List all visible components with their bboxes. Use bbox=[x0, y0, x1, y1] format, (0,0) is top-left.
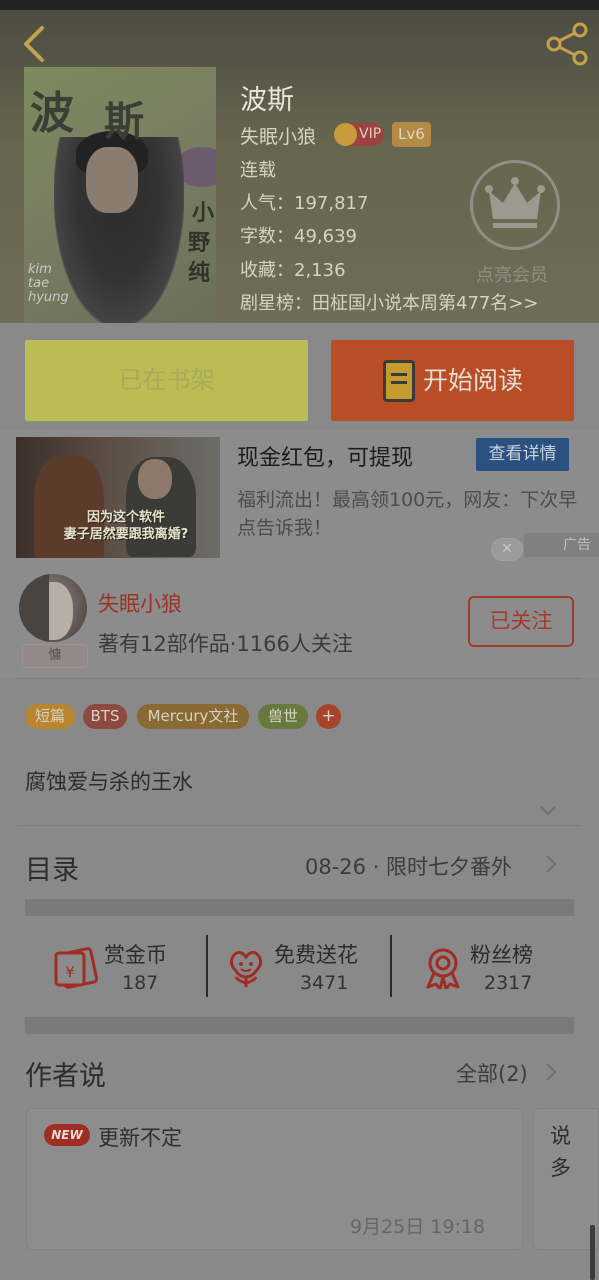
chevron-right-icon[interactable] bbox=[544, 853, 558, 875]
ad-detail-button[interactable]: 查看详情 bbox=[476, 438, 569, 471]
section-gap bbox=[25, 1017, 574, 1034]
book-icon bbox=[383, 360, 415, 402]
fan-ranking-button[interactable]: 粉丝榜 2317 bbox=[424, 935, 564, 997]
tag-chip[interactable]: 兽世 bbox=[258, 704, 308, 729]
new-badge: NEW bbox=[44, 1124, 90, 1146]
back-arrow-icon[interactable] bbox=[14, 22, 54, 62]
status-bar bbox=[0, 0, 599, 10]
followed-button[interactable]: 已关注 bbox=[468, 596, 574, 647]
ad-face bbox=[138, 459, 172, 499]
scrollbar[interactable] bbox=[590, 1225, 595, 1280]
vip-label: VIP bbox=[359, 126, 382, 142]
cover-title-char: 波 bbox=[30, 88, 74, 139]
divider bbox=[18, 678, 581, 679]
vip-crown-icon bbox=[334, 123, 357, 146]
tag-chip[interactable]: BTS bbox=[83, 704, 127, 729]
cover-side-char: 野 bbox=[188, 231, 211, 256]
member-label[interactable]: 点亮会员 bbox=[476, 261, 548, 287]
add-tag-button[interactable]: + bbox=[316, 704, 341, 729]
stat-value: 187 bbox=[122, 972, 159, 994]
cover-face bbox=[86, 147, 138, 213]
ad-title[interactable]: 现金红包，可提现 bbox=[237, 440, 413, 472]
header-author-name[interactable]: 失眠小狼 bbox=[240, 122, 316, 149]
member-button[interactable] bbox=[470, 160, 560, 250]
level-badge: Lv6 bbox=[392, 122, 431, 147]
cover-subtitle: kim tae hyung bbox=[28, 262, 69, 305]
ad-image-caption: 因为这个软件 妻子居然要跟我离婚? bbox=[63, 510, 189, 542]
reward-coin-button[interactable]: ¥ 赏金币 187 bbox=[52, 935, 202, 997]
chevron-right-icon[interactable] bbox=[544, 1061, 558, 1083]
author-stats: 著有12部作品·1166人关注 bbox=[98, 632, 353, 656]
avatar[interactable] bbox=[19, 574, 87, 642]
svg-text:¥: ¥ bbox=[65, 963, 75, 981]
send-flower-button[interactable]: 免费送花 3471 bbox=[226, 935, 376, 997]
ad-mark: 广告 bbox=[524, 533, 599, 557]
avatar-badge: 慵 bbox=[22, 644, 88, 668]
stat-value: 2317 bbox=[484, 972, 533, 994]
section-gap bbox=[25, 899, 574, 916]
ranking-link[interactable]: 剧星榜：田柾国小说本周第477名>> bbox=[240, 289, 539, 315]
cover-title-char: 斯 bbox=[104, 98, 144, 145]
ad-close-icon[interactable]: ✕ bbox=[491, 538, 523, 561]
author-note-text: 更新不定 bbox=[98, 1126, 182, 1150]
stat-label: 免费送花 bbox=[274, 943, 358, 967]
cover-side-char: 纯 bbox=[188, 261, 211, 286]
book-cover[interactable]: 波 斯 小 野 纯 kim tae hyung bbox=[24, 67, 216, 323]
popularity-stat: 人气：197,817 bbox=[240, 193, 369, 214]
book-summary: 腐蚀爱与杀的王水 bbox=[25, 770, 193, 794]
avatar-hair bbox=[19, 574, 49, 642]
stat-value: 3471 bbox=[300, 972, 349, 994]
in-shelf-button[interactable]: 已在书架 bbox=[25, 340, 308, 421]
divider bbox=[206, 935, 208, 997]
award-ribbon-icon bbox=[426, 948, 460, 989]
divider bbox=[18, 825, 581, 826]
serial-status: 连载 bbox=[240, 160, 276, 181]
author-note-time: 9月25日 19:18 bbox=[350, 1216, 486, 1238]
author-says-title: 作者说 bbox=[25, 1061, 106, 1092]
stat-label: 粉丝榜 bbox=[470, 943, 533, 967]
book-header: 波 斯 小 野 纯 kim tae hyung 波斯 失眠小狼 VIP Lv6 … bbox=[0, 0, 599, 323]
start-reading-label: 开始阅读 bbox=[423, 366, 524, 395]
flower-icon bbox=[229, 950, 263, 987]
word-count-stat: 字数：49,639 bbox=[240, 226, 357, 247]
start-reading-button[interactable]: 开始阅读 bbox=[331, 340, 574, 421]
crown-icon bbox=[485, 177, 545, 228]
cover-side-char: 小 bbox=[192, 201, 215, 226]
divider bbox=[390, 935, 392, 997]
book-title: 波斯 bbox=[240, 85, 294, 116]
favorites-stat: 收藏：2,136 bbox=[240, 260, 346, 281]
author-note-text: 说多 bbox=[550, 1124, 571, 1180]
stat-label: 赏金币 bbox=[104, 943, 167, 967]
view-all-link[interactable]: 全部(2) bbox=[456, 1058, 528, 1088]
share-icon[interactable] bbox=[544, 22, 592, 66]
toc-title[interactable]: 目录 bbox=[25, 848, 79, 887]
red-envelope-icon: ¥ bbox=[54, 947, 98, 989]
ad-image[interactable]: 因为这个软件 妻子居然要跟我离婚? bbox=[16, 437, 220, 558]
tag-chip[interactable]: 短篇 bbox=[25, 704, 75, 729]
expand-chevron-icon[interactable] bbox=[538, 800, 558, 820]
latest-chapter[interactable]: 08-26 · 限时七夕番外 bbox=[305, 851, 512, 881]
tag-chip[interactable]: Mercury文社 bbox=[137, 704, 249, 729]
author-name[interactable]: 失眠小狼 bbox=[98, 588, 182, 618]
